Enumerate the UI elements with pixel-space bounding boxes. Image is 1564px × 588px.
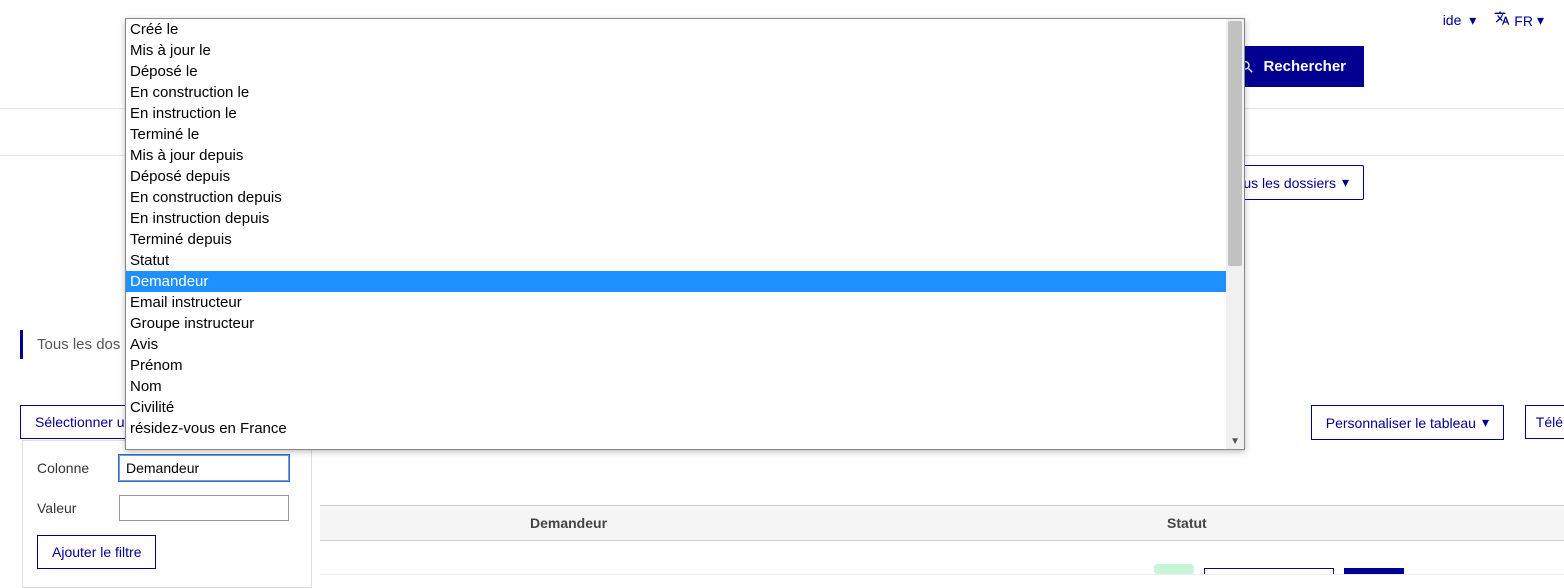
dropdown-option[interactable]: En construction depuis bbox=[126, 187, 1244, 208]
dropdown-option[interactable]: Prénom bbox=[126, 355, 1244, 376]
dropdown-option[interactable]: résidez-vous en France bbox=[126, 418, 1244, 439]
row-action-primary-button[interactable] bbox=[1344, 568, 1404, 574]
dropdown-option[interactable]: Mis à jour le bbox=[126, 40, 1244, 61]
value-input[interactable] bbox=[119, 495, 289, 521]
download-button[interactable]: Télé bbox=[1525, 405, 1564, 439]
dropdown-option[interactable]: Avis bbox=[126, 334, 1244, 355]
dropdown-option[interactable]: En instruction le bbox=[126, 103, 1244, 124]
dropdown-option[interactable]: Email instructeur bbox=[126, 292, 1244, 313]
dropdown-option[interactable]: Terminé depuis bbox=[126, 229, 1244, 250]
add-filter-label: Ajouter le filtre bbox=[52, 544, 141, 560]
language-label: FR bbox=[1514, 13, 1533, 29]
tab-strip: Tous les dos bbox=[20, 330, 134, 359]
column-header-demandeur: Demandeur bbox=[530, 515, 607, 531]
tab-label: Tous les dos bbox=[37, 336, 120, 353]
dropdown-option[interactable]: Demandeur bbox=[126, 271, 1244, 292]
row-action-outline-button[interactable] bbox=[1204, 568, 1334, 574]
add-filter-button[interactable]: Ajouter le filtre bbox=[37, 535, 156, 569]
dropdown-option[interactable]: Statut bbox=[126, 250, 1244, 271]
personalize-label: Personnaliser le tableau bbox=[1326, 415, 1476, 431]
language-selector[interactable]: FR ▾ bbox=[1494, 10, 1544, 31]
dropdown-option[interactable]: En construction le bbox=[126, 82, 1244, 103]
chevron-down-icon: ▾ bbox=[1469, 12, 1476, 28]
search-button-label: Rechercher bbox=[1263, 58, 1346, 75]
dropdown-option[interactable]: Mis à jour depuis bbox=[126, 145, 1244, 166]
select-filter-label: Sélectionner un bbox=[35, 414, 132, 430]
scrollbar-thumb[interactable] bbox=[1228, 21, 1242, 266]
help-link-label: ide bbox=[1443, 12, 1462, 28]
dropdown-option[interactable]: Créé le bbox=[126, 19, 1244, 40]
dropdown-option[interactable]: En instruction depuis bbox=[126, 208, 1244, 229]
chevron-down-icon: ▾ bbox=[1537, 12, 1544, 29]
personalize-table-button[interactable]: Personnaliser le tableau ▾ bbox=[1311, 405, 1504, 440]
status-badge bbox=[1154, 564, 1194, 574]
chevron-down-icon: ▾ bbox=[1482, 414, 1489, 431]
chevron-down-icon: ▾ bbox=[1342, 174, 1349, 191]
tab-all-dossiers[interactable]: Tous les dos bbox=[20, 330, 134, 359]
download-label: Télé bbox=[1536, 414, 1563, 430]
chevron-down-icon[interactable]: ▼ bbox=[1230, 436, 1240, 447]
value-label: Valeur bbox=[37, 500, 107, 516]
dropdown-option[interactable]: Déposé depuis bbox=[126, 166, 1244, 187]
dropdown-option[interactable]: Civilité bbox=[126, 397, 1244, 418]
dropdown-option[interactable]: Terminé le bbox=[126, 124, 1244, 145]
translate-icon bbox=[1494, 10, 1510, 31]
table-header: Demandeur Statut bbox=[320, 505, 1564, 541]
column-input[interactable] bbox=[119, 455, 289, 481]
all-dossiers-label: ous les dossiers bbox=[1236, 175, 1336, 191]
dropdown-option[interactable]: Déposé le bbox=[126, 61, 1244, 82]
scrollbar-track[interactable]: ▼ bbox=[1226, 19, 1244, 449]
column-dropdown[interactable]: Créé leMis à jour leDéposé leEn construc… bbox=[125, 18, 1245, 450]
filter-panel: Colonne Valeur Ajouter le filtre bbox=[22, 440, 312, 588]
dropdown-option[interactable]: Groupe instructeur bbox=[126, 313, 1244, 334]
help-link[interactable]: ide ▾ bbox=[1443, 12, 1477, 29]
column-label: Colonne bbox=[37, 460, 107, 476]
column-header-statut: Statut bbox=[1167, 515, 1207, 531]
dropdown-option[interactable]: Nom bbox=[126, 376, 1244, 397]
